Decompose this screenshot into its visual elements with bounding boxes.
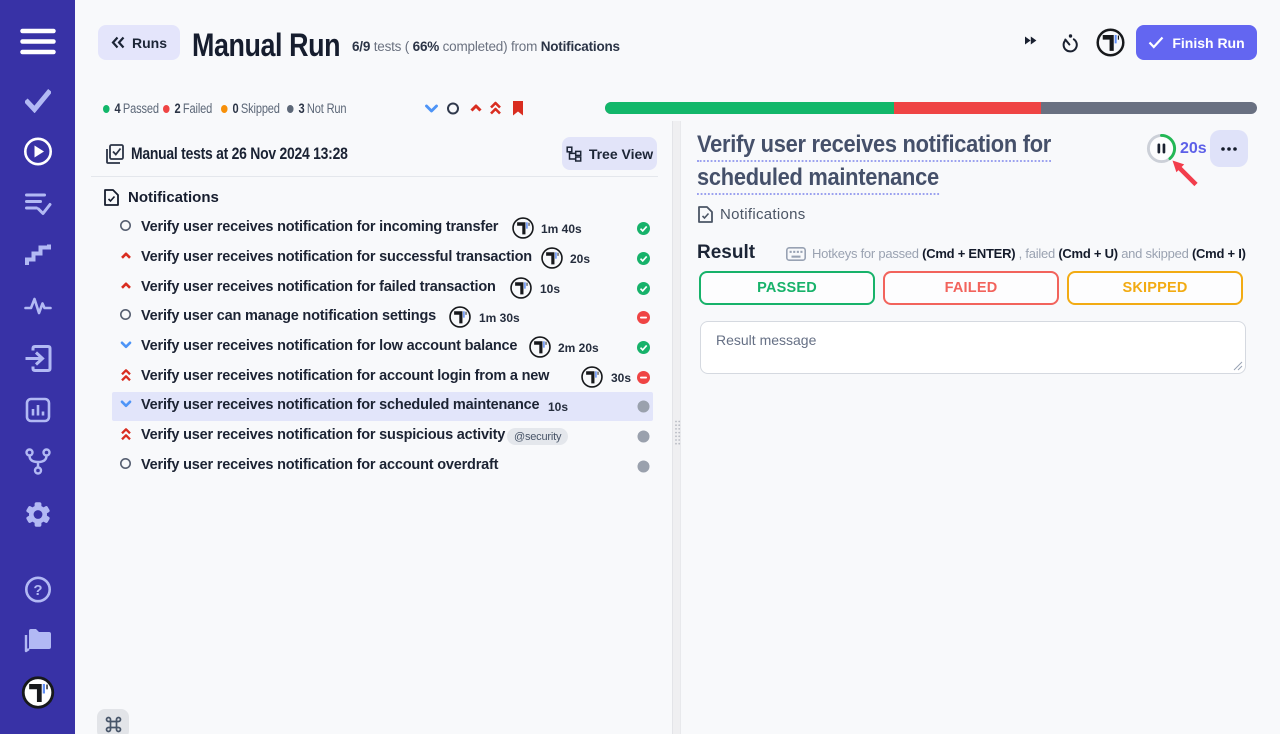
svg-text:?: ?: [33, 582, 42, 599]
